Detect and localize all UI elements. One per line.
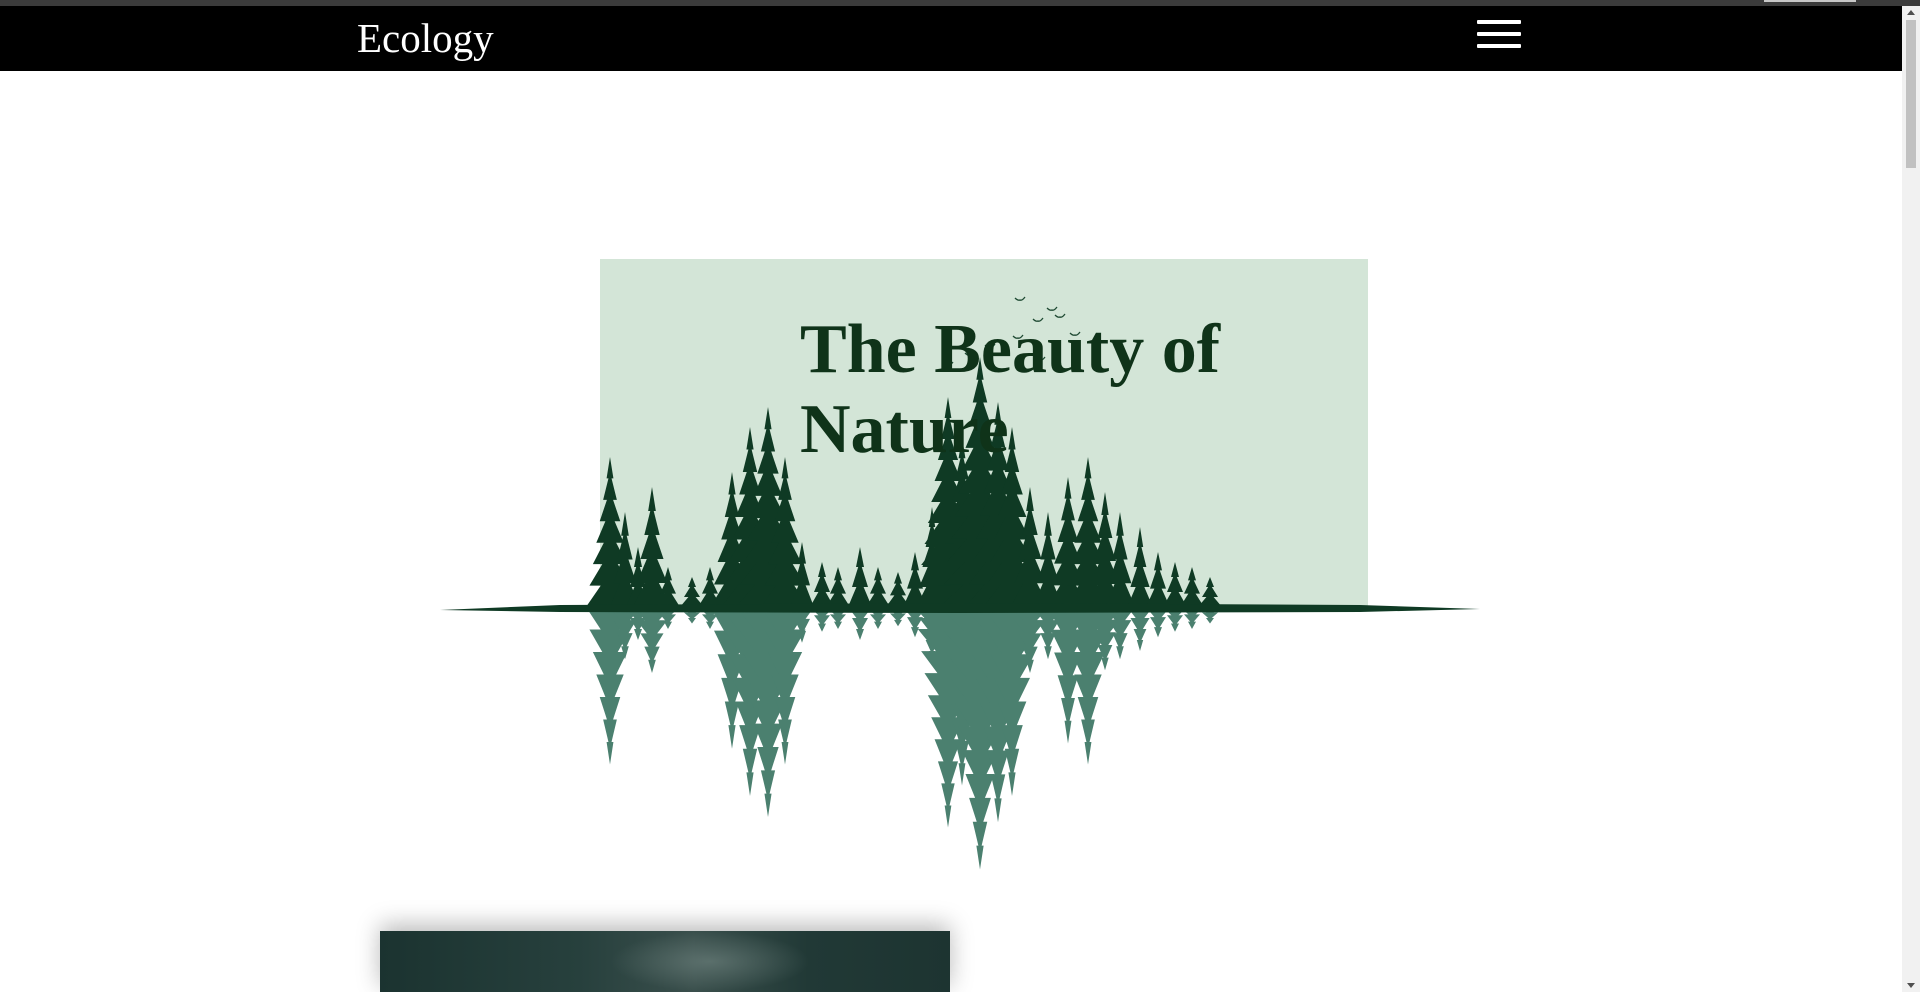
- hamburger-line: [1477, 32, 1521, 36]
- scroll-down-arrow-icon[interactable]: [1907, 983, 1915, 988]
- bird-icon: [1014, 296, 1026, 301]
- browser-tab-indicator: [1764, 0, 1856, 2]
- navbar: Ecology: [0, 6, 1902, 71]
- hamburger-line: [1477, 20, 1521, 24]
- site-brand[interactable]: Ecology: [357, 15, 494, 61]
- scrollbar-thumb[interactable]: [1906, 20, 1916, 168]
- tree-reflection: [1127, 607, 1153, 651]
- pine-tree: [1146, 552, 1170, 607]
- pine-tree: [848, 547, 872, 607]
- hamburger-line: [1477, 44, 1521, 48]
- forest-reflection: [586, 607, 1222, 870]
- photo-highlight: [610, 931, 810, 992]
- dark-forest-photo: [380, 931, 950, 992]
- hero-title: The Beauty of Nature: [800, 311, 1220, 468]
- hamburger-menu-icon[interactable]: [1477, 16, 1521, 52]
- pine-tree: [1198, 577, 1222, 607]
- pine-tree: [866, 567, 890, 607]
- hero-section: The Beauty of Nature: [440, 255, 1480, 885]
- vertical-scrollbar[interactable]: [1902, 6, 1920, 992]
- scroll-up-arrow-icon[interactable]: [1907, 10, 1915, 15]
- pine-tree: [680, 577, 704, 607]
- pine-tree: [1127, 527, 1153, 607]
